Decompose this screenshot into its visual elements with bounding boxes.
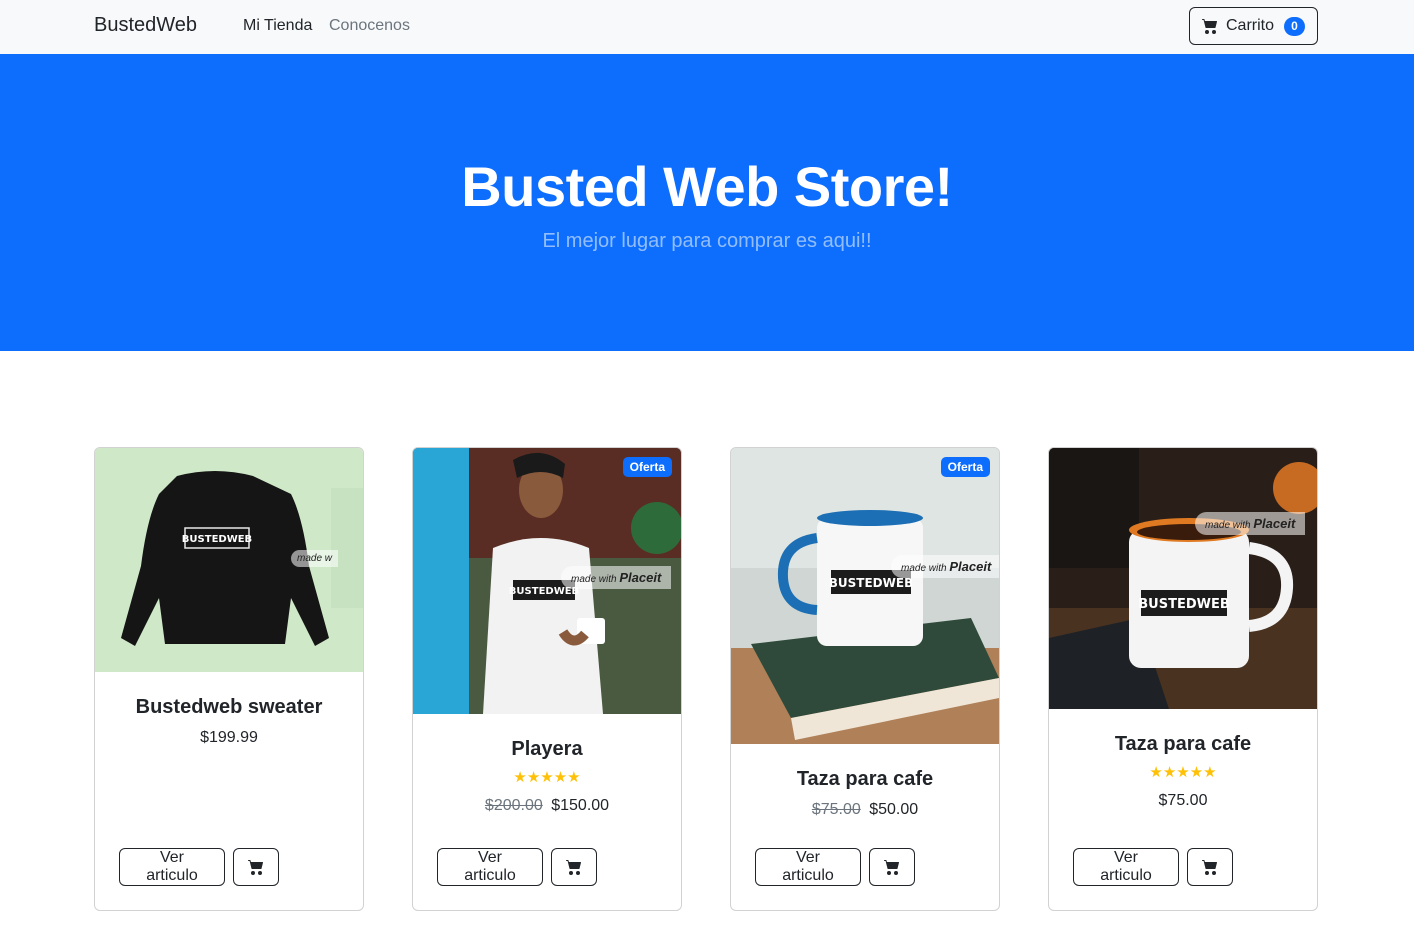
current-price: $150.00	[551, 797, 610, 814]
card-body: Taza para cafe ★★★★★ $75.00	[1049, 733, 1317, 810]
cart-icon	[1202, 860, 1217, 875]
product-card: BUSTEDWEB Oferta made with Placeit Playe…	[412, 447, 682, 911]
card-actions: Ver articulo	[437, 848, 597, 886]
card-body: Playera ★★★★★ $200.00 $150.00	[413, 738, 681, 815]
view-article-button[interactable]: Ver articulo	[755, 848, 861, 886]
product-card: BUSTEDWEB made with Placeit Taza para ca…	[1048, 447, 1318, 911]
card-body: Taza para cafe $75.00 $50.00	[731, 768, 999, 819]
card-actions: Ver articulo	[755, 848, 915, 886]
hero-banner: Busted Web Store! El mejor lugar para co…	[0, 54, 1414, 351]
mug-print-label: BUSTEDWEB	[1138, 597, 1230, 612]
product-price: $200.00 $150.00	[413, 797, 681, 815]
brand-logo[interactable]: BustedWeb	[94, 14, 197, 37]
view-article-button[interactable]: Ver articulo	[437, 848, 543, 886]
product-image-taza-oferta[interactable]: BUSTEDWEB Oferta made with Placeit	[731, 448, 999, 744]
add-to-cart-button[interactable]	[1187, 848, 1233, 886]
cart-count-badge: 0	[1284, 16, 1306, 36]
add-to-cart-button[interactable]	[233, 848, 279, 886]
product-image-playera[interactable]: BUSTEDWEB Oferta made with Placeit	[413, 448, 681, 714]
product-title: Bustedweb sweater	[135, 696, 323, 718]
product-image-taza[interactable]: BUSTEDWEB made with Placeit	[1049, 448, 1317, 709]
sale-badge: Oferta	[940, 457, 990, 477]
nav-link-mi-tienda[interactable]: Mi Tienda	[243, 17, 312, 35]
add-to-cart-button[interactable]	[869, 848, 915, 886]
product-card: BUSTEDWEB Oferta made with Placeit Taza …	[730, 447, 1000, 911]
watermark: made with Placeit	[1195, 512, 1306, 535]
navbar: BustedWeb Mi Tienda Conocenos Carrito 0	[0, 0, 1414, 54]
product-title: Taza para cafe	[1114, 733, 1252, 755]
product-card: BUSTEDWEB made w Bustedweb sweater $199.…	[94, 447, 364, 911]
product-title: Playera	[511, 738, 583, 760]
product-price: $75.00 $50.00	[731, 801, 999, 819]
hero-title: Busted Web Store!	[461, 155, 953, 218]
watermark: made with Placeit	[891, 555, 999, 578]
cart-icon	[1202, 19, 1217, 34]
watermark: made w	[291, 550, 339, 567]
cart-icon	[566, 860, 581, 875]
cart-icon	[884, 860, 899, 875]
current-price: $50.00	[869, 801, 919, 818]
product-price: $75.00	[1049, 792, 1317, 810]
current-price: $199.99	[200, 729, 258, 746]
view-article-button[interactable]: Ver articulo	[1073, 848, 1179, 886]
cart-label: Carrito	[1226, 17, 1275, 34]
cart-button[interactable]: Carrito 0	[1189, 7, 1318, 45]
old-price: $200.00	[484, 797, 543, 814]
product-title: Taza para cafe	[796, 768, 934, 790]
mug-print-label: BUSTEDWEB	[829, 576, 913, 590]
card-actions: Ver articulo	[1073, 848, 1233, 886]
old-price: $75.00	[811, 801, 861, 818]
view-article-button[interactable]: Ver articulo	[119, 848, 225, 886]
sweater-print-label: BUSTEDWEB	[182, 534, 252, 545]
watermark: made with Placeit	[561, 566, 672, 589]
product-price: $199.99	[95, 729, 363, 747]
sale-badge: Oferta	[622, 457, 672, 477]
card-actions: Ver articulo	[119, 848, 279, 886]
current-price: $75.00	[1158, 792, 1208, 809]
nav-link-conocenos[interactable]: Conocenos	[329, 17, 410, 35]
rating-stars: ★★★★★	[513, 769, 581, 786]
hero-subtitle: El mejor lugar para comprar es aqui!!	[542, 230, 872, 252]
product-image-sweater[interactable]: BUSTEDWEB made w	[95, 448, 363, 672]
rating-stars: ★★★★★	[1149, 764, 1217, 781]
add-to-cart-button[interactable]	[551, 848, 597, 886]
card-body: Bustedweb sweater $199.99	[95, 696, 363, 747]
cart-icon	[248, 860, 263, 875]
